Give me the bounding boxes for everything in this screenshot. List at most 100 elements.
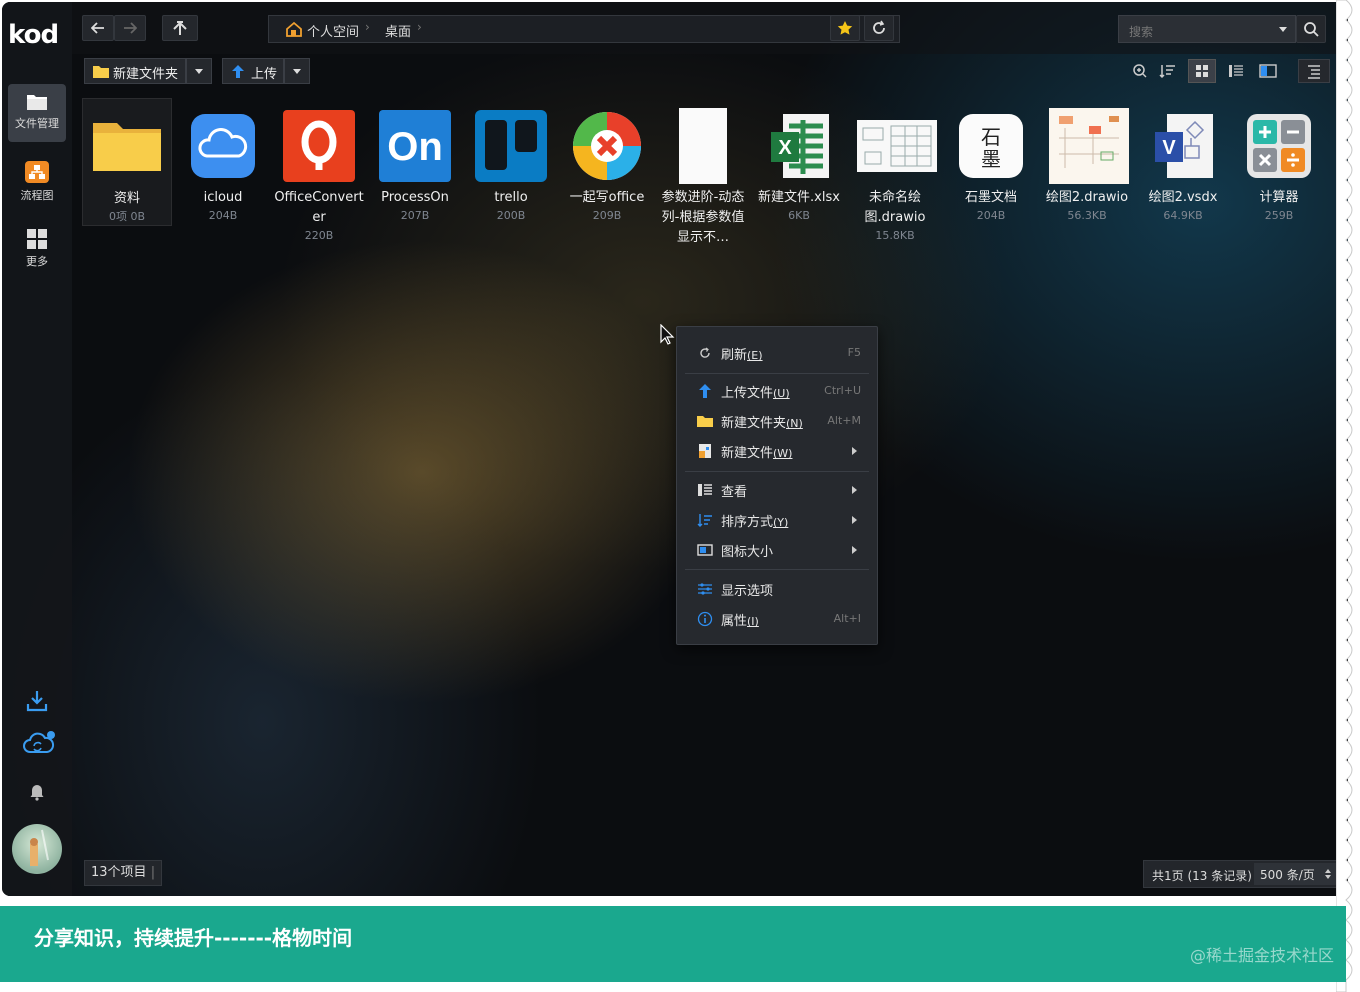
file-item-processon[interactable]: On ProcessOn 207B bbox=[370, 98, 460, 224]
sidebar-item-label: 更多 bbox=[26, 255, 48, 268]
menu-item-sort[interactable]: 排序方式(Y) bbox=[677, 506, 877, 534]
file-item-drawio[interactable]: 未命名绘图.drawio 15.8KB bbox=[850, 98, 940, 244]
menu-item-refresh[interactable]: 刷新(E) F5 bbox=[677, 339, 877, 367]
file-item-calculator[interactable]: 计算器 259B bbox=[1234, 98, 1324, 224]
file-item-officeconverter[interactable]: OfficeConverter 220B bbox=[274, 98, 364, 244]
file-name: 一起写office bbox=[569, 190, 645, 205]
app-window: kod 文件管理 流程图 更多 个人空间 › 桌面 › 搜索 新建文件夹 上传 … bbox=[2, 2, 1348, 896]
menu-item-upload-file[interactable]: 上传文件(U) Ctrl+U bbox=[677, 377, 877, 405]
sidebar: kod 文件管理 流程图 更多 bbox=[2, 2, 72, 896]
file-item-trello[interactable]: trello 200B bbox=[466, 98, 556, 224]
file-item-shimo[interactable]: 石墨 石墨文档 204B bbox=[946, 98, 1036, 224]
download-icon[interactable] bbox=[22, 686, 52, 716]
grid-view-icon bbox=[1196, 65, 1208, 77]
grid-icon bbox=[27, 229, 47, 249]
per-page-select[interactable]: 500 条/页 bbox=[1254, 863, 1336, 885]
file-item-yiqixie[interactable]: 一起写office 209B bbox=[562, 98, 652, 224]
sort-button[interactable] bbox=[1154, 59, 1182, 83]
menu-item-label: 查看 bbox=[721, 485, 748, 500]
arrow-left-icon bbox=[91, 22, 104, 34]
view-icon-mode-button[interactable] bbox=[1188, 59, 1216, 83]
forward-button[interactable] bbox=[114, 15, 146, 41]
menu-item-new-file[interactable]: 新建文件(W) bbox=[677, 437, 877, 465]
file-size: 220B bbox=[304, 229, 334, 242]
banner-slogan: 分享知识，持续提升-------格物时间 bbox=[34, 926, 353, 950]
upload-dropdown[interactable] bbox=[284, 58, 310, 84]
favorite-button[interactable] bbox=[830, 15, 860, 41]
file-size: 259B bbox=[1264, 209, 1294, 222]
svg-text:On: On bbox=[387, 125, 443, 169]
menu-item-label: 图标大小 bbox=[721, 545, 774, 560]
file-item-folder[interactable]: 资料 0项 0B bbox=[82, 98, 172, 226]
breadcrumb-personal-space[interactable]: 个人空间 bbox=[307, 21, 359, 40]
officeconverter-icon bbox=[281, 108, 357, 184]
file-size: 56.3KB bbox=[1067, 209, 1107, 222]
menu-item-shortcut: Ctrl+U bbox=[824, 384, 861, 397]
document-icon bbox=[665, 108, 741, 184]
folder-icon bbox=[93, 66, 109, 78]
details-panel-button[interactable] bbox=[1298, 59, 1330, 83]
menu-item-icon-size[interactable]: 图标大小 bbox=[677, 536, 877, 564]
menu-item-display-options[interactable]: 显示选项 bbox=[677, 575, 877, 603]
sidebar-item-file-manager[interactable]: 文件管理 bbox=[8, 84, 66, 142]
menu-list-icon bbox=[1308, 65, 1320, 79]
search-button[interactable] bbox=[1296, 15, 1326, 43]
menu-item-label: 排序方式 bbox=[721, 515, 774, 530]
address-bar[interactable]: 个人空间 › 桌面 › bbox=[268, 15, 900, 43]
menu-divider bbox=[685, 471, 869, 472]
zoom-button[interactable] bbox=[1126, 59, 1154, 83]
yiqixie-icon bbox=[569, 108, 645, 184]
file-size: 207B bbox=[400, 209, 430, 222]
processon-icon: On bbox=[377, 108, 453, 184]
search-input[interactable]: 搜索 bbox=[1118, 15, 1296, 43]
refresh-button[interactable] bbox=[864, 15, 894, 41]
menu-item-label: 上传文件 bbox=[721, 386, 774, 401]
search-placeholder: 搜索 bbox=[1129, 25, 1154, 39]
file-name: 绘图2.drawio bbox=[1045, 190, 1129, 205]
new-folder-label: 新建文件夹 bbox=[113, 67, 179, 82]
parent-folder-button[interactable] bbox=[162, 15, 198, 41]
split-view-icon bbox=[1259, 64, 1277, 78]
view-split-mode-button[interactable] bbox=[1254, 59, 1282, 83]
visio-icon: V bbox=[1145, 108, 1221, 184]
file-name: 新建文件.xlsx bbox=[758, 190, 840, 205]
file-item-icloud[interactable]: icloud 204B bbox=[178, 98, 268, 224]
new-folder-button[interactable]: 新建文件夹 bbox=[84, 58, 186, 84]
back-button[interactable] bbox=[82, 15, 114, 41]
icon-size-icon bbox=[697, 544, 713, 556]
file-name: 计算器 bbox=[1259, 190, 1299, 205]
menu-item-view[interactable]: 查看 bbox=[677, 476, 877, 504]
menu-item-accel: (W) bbox=[773, 447, 793, 460]
bell-icon[interactable] bbox=[22, 776, 52, 806]
menu-item-label: 显示选项 bbox=[721, 584, 774, 599]
new-folder-dropdown[interactable] bbox=[186, 58, 212, 84]
zoom-in-icon bbox=[1133, 64, 1147, 78]
sidebar-item-more[interactable]: 更多 bbox=[8, 220, 66, 278]
view-list-mode-button[interactable] bbox=[1222, 59, 1250, 83]
shimo-icon: 石墨 bbox=[953, 108, 1029, 184]
star-icon bbox=[837, 21, 853, 35]
sidebar-item-flowchart[interactable]: 流程图 bbox=[8, 152, 66, 210]
sort-icon bbox=[697, 514, 712, 527]
menu-divider bbox=[685, 373, 869, 374]
file-name: ProcessOn bbox=[381, 190, 449, 205]
svg-text:V: V bbox=[1162, 137, 1176, 159]
cloud-sync-icon[interactable] bbox=[22, 728, 55, 758]
avatar[interactable] bbox=[12, 824, 62, 874]
menu-item-properties[interactable]: 属性(I) Alt+I bbox=[677, 605, 877, 633]
upload-button[interactable]: 上传 bbox=[222, 58, 284, 84]
flowchart-icon bbox=[25, 161, 49, 183]
breadcrumb-desktop[interactable]: 桌面 bbox=[385, 21, 411, 40]
file-item-vsdx[interactable]: V 绘图2.vsdx 64.9KB bbox=[1138, 98, 1228, 224]
file-item-xlsx[interactable]: X 新建文件.xlsx 6KB bbox=[754, 98, 844, 224]
file-size: 15.8KB bbox=[875, 229, 915, 242]
file-item-document[interactable]: 参数进阶-动态列-根据参数值显示不… bbox=[658, 98, 748, 248]
sort-icon bbox=[1159, 65, 1175, 79]
calculator-icon bbox=[1241, 108, 1317, 184]
chevron-down-icon[interactable] bbox=[1279, 27, 1287, 32]
breadcrumb-separator: › bbox=[365, 20, 370, 34]
file-item-drawio-2[interactable]: 绘图2.drawio 56.3KB bbox=[1042, 98, 1132, 224]
menu-item-new-folder[interactable]: 新建文件夹(N) Alt+M bbox=[677, 407, 877, 435]
refresh-icon bbox=[873, 20, 885, 34]
context-menu: 刷新(E) F5 上传文件(U) Ctrl+U 新建文件夹(N) Alt+M 新… bbox=[676, 326, 878, 645]
